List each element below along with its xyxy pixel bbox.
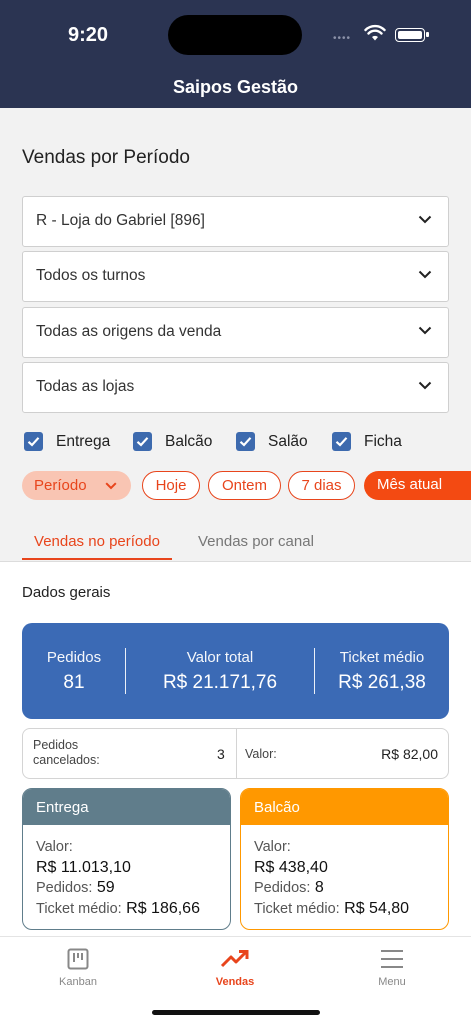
shift-select[interactable]: Todos os turnos (22, 251, 449, 302)
chevron-down-icon (418, 270, 432, 279)
summary-pedidos-label: Pedidos (46, 649, 102, 666)
chevron-down-icon (105, 482, 117, 490)
cancelled-divider (236, 729, 237, 778)
cancelled-label: Pedidos cancelados: (33, 738, 100, 767)
chip-7-dias[interactable]: 7 dias (288, 471, 355, 500)
sale-origin-select[interactable]: Todas as origens da venda (22, 307, 449, 358)
cancelled-orders-row: Pedidos cancelados: 3 Valor: R$ 82,00 (22, 728, 449, 779)
store-select[interactable]: R - Loja do Gabriel [896] (22, 196, 449, 247)
active-tab-indicator (22, 558, 172, 560)
summary-card: Pedidos 81 Valor total R$ 21.171,76 Tick… (22, 623, 449, 719)
summary-valor-total-label: Valor total (186, 649, 254, 666)
summary-pedidos: Pedidos 81 (22, 649, 126, 694)
trending-up-icon (220, 950, 249, 968)
nav-kanban-label: Kanban (59, 976, 97, 988)
cancelled-valor: R$ 82,00 (381, 746, 438, 762)
period-dropdown-label: Período (34, 477, 87, 494)
summary-ticket: Ticket médio R$ 261,38 (315, 649, 449, 694)
chip-mes-atual[interactable]: Mês atual (364, 471, 471, 500)
home-indicator (152, 1010, 320, 1015)
page-title: Vendas por Período (22, 147, 190, 168)
stores-select-value: Todas as lojas (36, 378, 135, 395)
channel-valor-label: Valor: (254, 839, 291, 855)
nav-vendas[interactable]: Vendas (190, 945, 280, 988)
channel-pedidos: 59 (96, 879, 115, 896)
channel-card-entrega[interactable]: Entrega Valor: R$ 11.013,10 Pedidos: 59 … (22, 788, 231, 930)
channel-valor: R$ 11.013,10 (36, 858, 131, 876)
channel-ticket: R$ 54,80 (344, 899, 410, 917)
checkbox-checked-icon (236, 432, 255, 451)
app-header: 9:20 •••• Saipos Gestão (0, 0, 471, 108)
tab-vendas-no-periodo[interactable]: Vendas no período (22, 533, 172, 550)
checkbox-checked-icon (24, 432, 43, 451)
checkbox-checked-icon (332, 432, 351, 451)
nav-vendas-label: Vendas (215, 976, 255, 988)
summary-ticket-value: R$ 261,38 (338, 672, 426, 693)
chevron-down-icon (418, 326, 432, 335)
checkbox-ficha-label: Ficha (364, 433, 402, 450)
kanban-icon (67, 948, 89, 970)
chevron-down-icon (418, 381, 432, 390)
section-title: Dados gerais (22, 584, 111, 601)
battery-icon (395, 28, 429, 42)
checkbox-entrega-label: Entrega (56, 433, 111, 450)
nav-kanban[interactable]: Kanban (33, 945, 123, 988)
summary-pedidos-value: 81 (63, 672, 85, 693)
channel-card-title: Entrega (23, 789, 230, 825)
chip-ontem[interactable]: Ontem (208, 471, 281, 500)
shift-select-value: Todos os turnos (36, 267, 146, 284)
wifi-icon (364, 24, 386, 41)
cellular-signal-icon: •••• (333, 33, 352, 44)
status-time: 9:20 (68, 24, 109, 46)
summary-valor-total-value: R$ 21.171,76 (162, 672, 278, 693)
chip-hoje[interactable]: Hoje (142, 471, 200, 500)
menu-icon (381, 950, 403, 968)
app-title: Saipos Gestão (172, 77, 299, 97)
checkbox-salao-label: Salão (268, 433, 308, 450)
dynamic-island (168, 15, 302, 55)
channel-valor-label: Valor: (36, 839, 73, 855)
channel-pedidos-label: Pedidos: (254, 880, 311, 896)
cancelled-valor-label: Valor: (245, 747, 277, 761)
checkbox-balcao-label: Balcão (165, 433, 213, 450)
chevron-down-icon (418, 215, 432, 224)
summary-ticket-label: Ticket médio (339, 649, 425, 666)
sale-origin-select-value: Todas as origens da venda (36, 323, 222, 340)
channel-ticket: R$ 186,66 (126, 899, 200, 917)
channel-pedidos-label: Pedidos: (36, 880, 93, 896)
channel-ticket-label: Ticket médio: (36, 900, 122, 917)
summary-valor-total: Valor total R$ 21.171,76 (126, 649, 314, 694)
tab-vendas-por-canal[interactable]: Vendas por canal (198, 533, 314, 550)
channel-pedidos: 8 (314, 879, 324, 896)
nav-menu-label: Menu (378, 976, 406, 988)
cancelled-count: 3 (217, 746, 225, 762)
channel-card-title: Balcão (241, 789, 448, 825)
stores-select[interactable]: Todas as lojas (22, 362, 449, 413)
channel-card-balcao[interactable]: Balcão Valor: R$ 438,40 Pedidos: 8 Ticke… (240, 788, 449, 930)
period-dropdown-chip[interactable]: Período (22, 471, 131, 500)
channel-ticket-label: Ticket médio: (254, 900, 340, 917)
store-select-value: R - Loja do Gabriel [896] (36, 212, 205, 229)
nav-menu[interactable]: Menu (347, 945, 437, 988)
channel-valor: R$ 438,40 (254, 858, 328, 876)
checkbox-checked-icon (133, 432, 152, 451)
